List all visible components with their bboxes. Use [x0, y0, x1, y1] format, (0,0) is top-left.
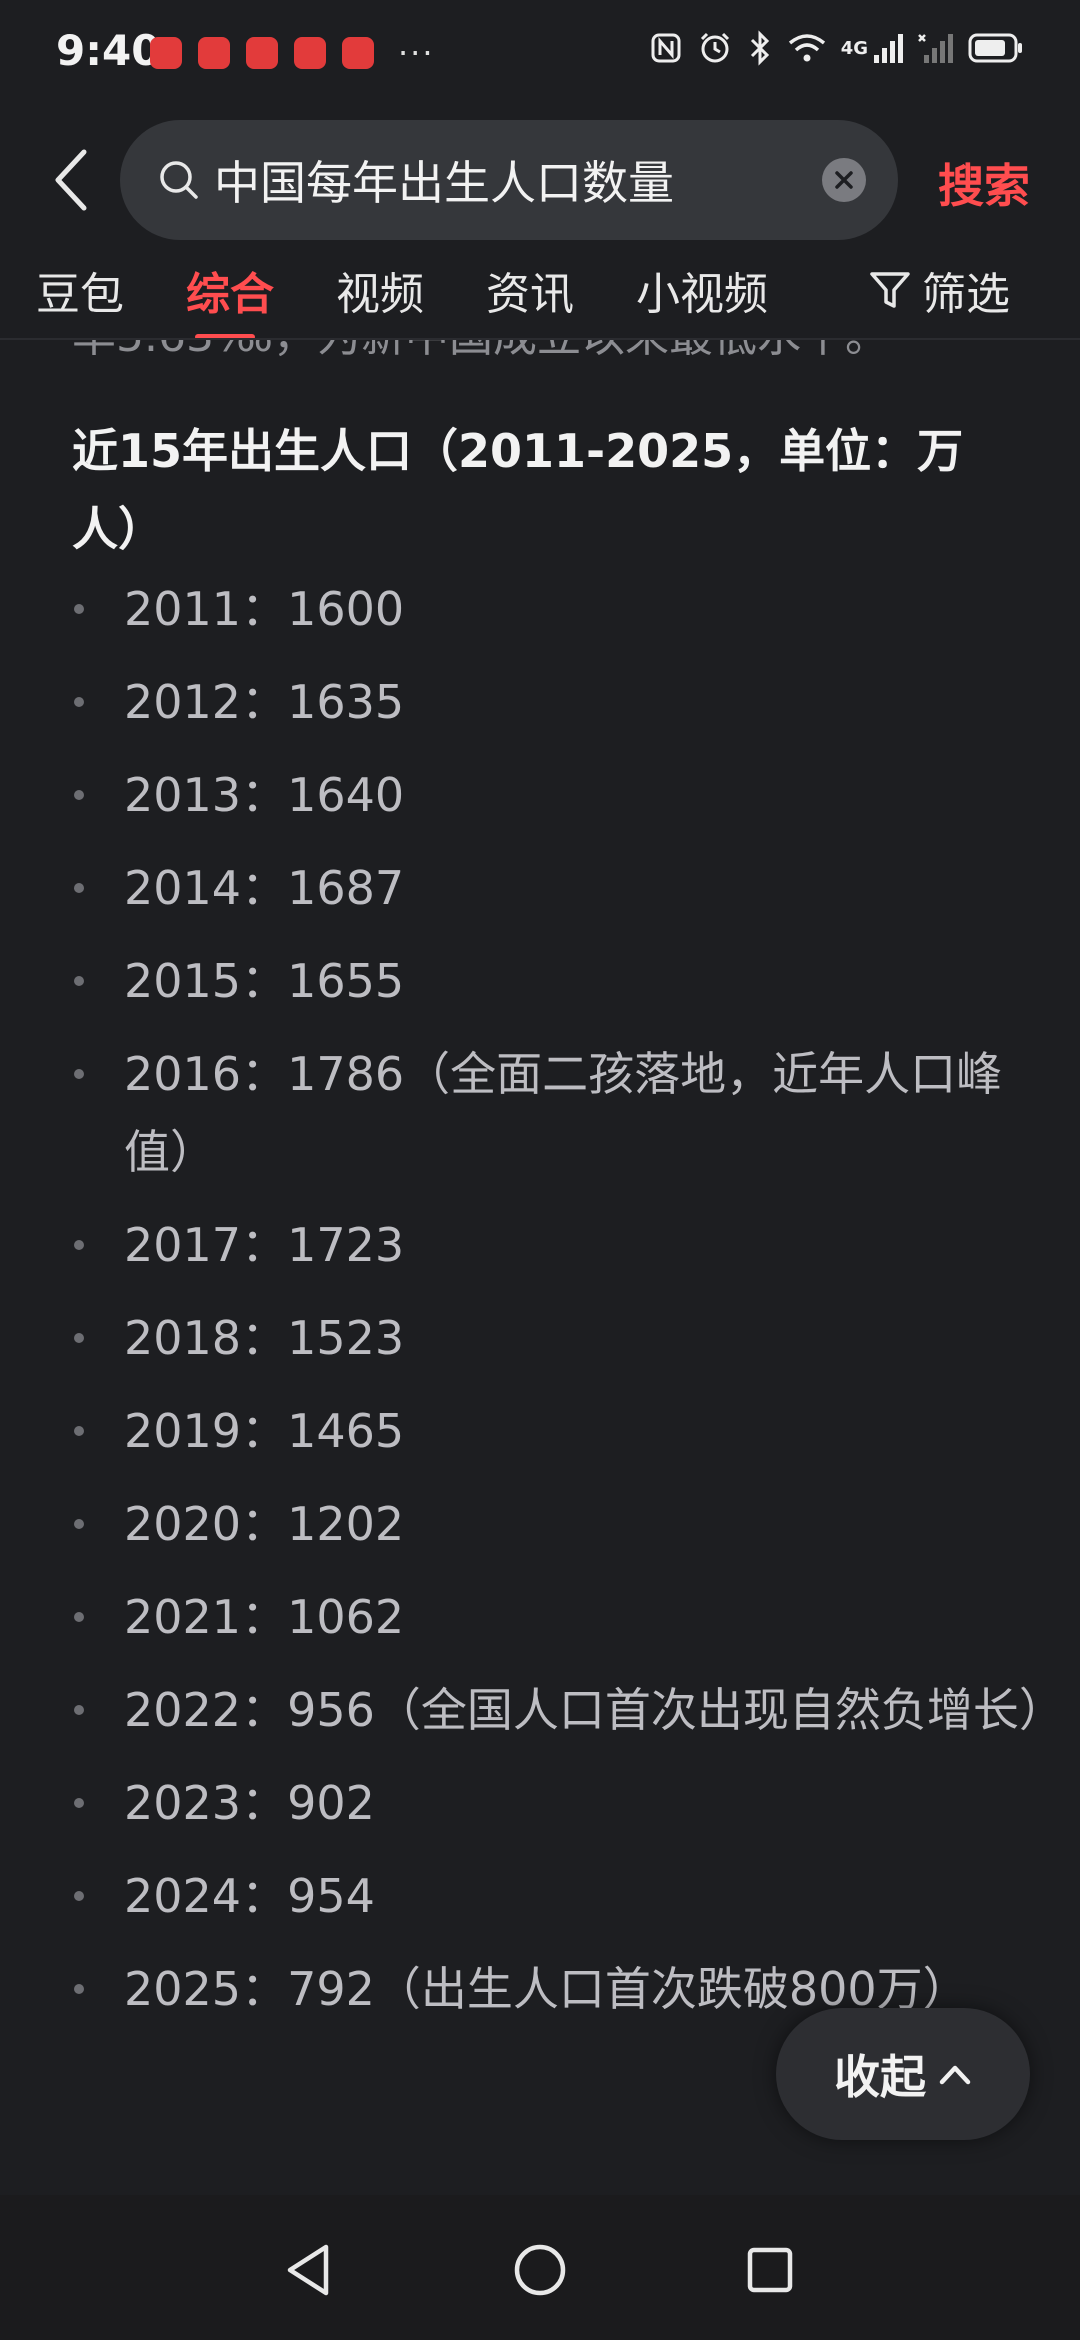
signal-icon [874, 34, 903, 63]
bullet-icon [74, 1240, 84, 1250]
circle-home-icon [514, 2244, 566, 2296]
bullet-icon [74, 604, 84, 614]
signal-weak-icon [918, 34, 953, 63]
battery-icon [968, 33, 1022, 63]
list-item: 2022：956（全国人口首次出现自然负增长） [72, 1671, 1065, 1749]
filter-label: 筛选 [922, 269, 1010, 320]
birth-population-list: 2011：1600 2012：1635 2013：1640 2014：1687 … [72, 570, 1065, 2043]
triangle-back-icon [287, 2244, 329, 2296]
tab-short-video[interactable]: 小视频 [636, 258, 768, 322]
list-item: 2017：1723 [72, 1206, 1044, 1284]
tab-video[interactable]: 视频 [336, 258, 424, 322]
list-item: 2018：1523 [72, 1299, 1044, 1377]
status-time: 9:40 [56, 26, 161, 75]
bullet-icon [74, 1333, 84, 1343]
bullet-icon [74, 1891, 84, 1901]
chevron-up-icon [939, 2065, 971, 2085]
more-notifications-icon: ··· [398, 34, 435, 72]
search-input[interactable]: 中国每年出生人口数量 [120, 120, 898, 240]
tab-news[interactable]: 资讯 [486, 258, 574, 322]
bullet-icon [74, 976, 84, 986]
bullet-icon [74, 1069, 84, 1079]
collapse-label: 收起 [834, 2050, 926, 2104]
chevron-left-icon [55, 149, 87, 211]
nav-recents-button[interactable] [735, 2235, 805, 2305]
list-item: 2013：1640 [72, 756, 1044, 834]
collapse-button[interactable]: 收起 [776, 2008, 1030, 2140]
notification-icons: ··· [150, 34, 435, 72]
list-item: 2020：1202 [72, 1485, 1044, 1563]
back-button[interactable] [42, 140, 102, 220]
list-item: 2021：1062 [72, 1578, 1044, 1656]
nfc-icon [651, 33, 681, 63]
bullet-icon [74, 1705, 84, 1715]
bullet-icon [74, 1612, 84, 1622]
section-title: 近15年出生人口（2011-2025，单位：万人） [72, 424, 964, 556]
bullet-icon [74, 883, 84, 893]
list-item: 2011：1600 [72, 570, 1044, 648]
alarm-icon [700, 32, 729, 63]
list-item: 2023：902 [72, 1764, 1044, 1842]
system-icons: 4G [649, 30, 1024, 66]
bullet-icon [74, 1798, 84, 1808]
bullet-icon [74, 697, 84, 707]
nav-home-button[interactable] [505, 2235, 575, 2305]
filter-button[interactable]: 筛选 [868, 258, 1010, 322]
search-query-text: 中国每年出生人口数量 [214, 156, 674, 210]
close-icon [835, 171, 853, 189]
list-item: 2019：1465 [72, 1392, 1044, 1470]
navigation-bar [0, 2195, 1080, 2340]
bullet-icon [74, 1519, 84, 1529]
search-icon [160, 161, 198, 199]
tab-doubao[interactable]: 豆包 [36, 258, 124, 322]
square-recents-icon [747, 2247, 793, 2293]
tab-comprehensive[interactable]: 综合 [186, 258, 274, 322]
status-bar: 9:40 ··· 4G [0, 0, 1080, 100]
network-type-label: 4G [840, 37, 868, 59]
list-item: 2015：1655 [72, 942, 1044, 1020]
app-notification-icon [198, 37, 230, 69]
nav-back-button[interactable] [274, 2235, 344, 2305]
filter-icon [870, 272, 910, 308]
search-submit-button[interactable]: 搜索 [938, 150, 1030, 216]
bluetooth-icon [750, 30, 769, 66]
list-item: 2014：1687 [72, 849, 1044, 927]
wifi-icon [788, 34, 825, 62]
app-notification-icon [294, 37, 326, 69]
tab-overflow-fade [830, 250, 870, 320]
bullet-icon [74, 1426, 84, 1436]
bullet-icon [74, 1984, 84, 1994]
list-item: 2024：954 [72, 1857, 1044, 1935]
app-notification-icon [342, 37, 374, 69]
result-content[interactable]: 率5.63‰，为新中国成立以来最低水平。 近15年出生人口（2011-2025，… [0, 340, 1080, 2195]
clear-search-button[interactable] [822, 158, 866, 202]
list-item: 2012：1635 [72, 663, 1044, 741]
list-item: 2016：1786（全面二孩落地，近年人口峰值） [72, 1035, 1044, 1191]
bullet-icon [74, 790, 84, 800]
app-notification-icon [246, 37, 278, 69]
app-notification-icon [150, 37, 182, 69]
clipped-paragraph: 率5.63‰，为新中国成立以来最低水平。 [72, 340, 889, 364]
